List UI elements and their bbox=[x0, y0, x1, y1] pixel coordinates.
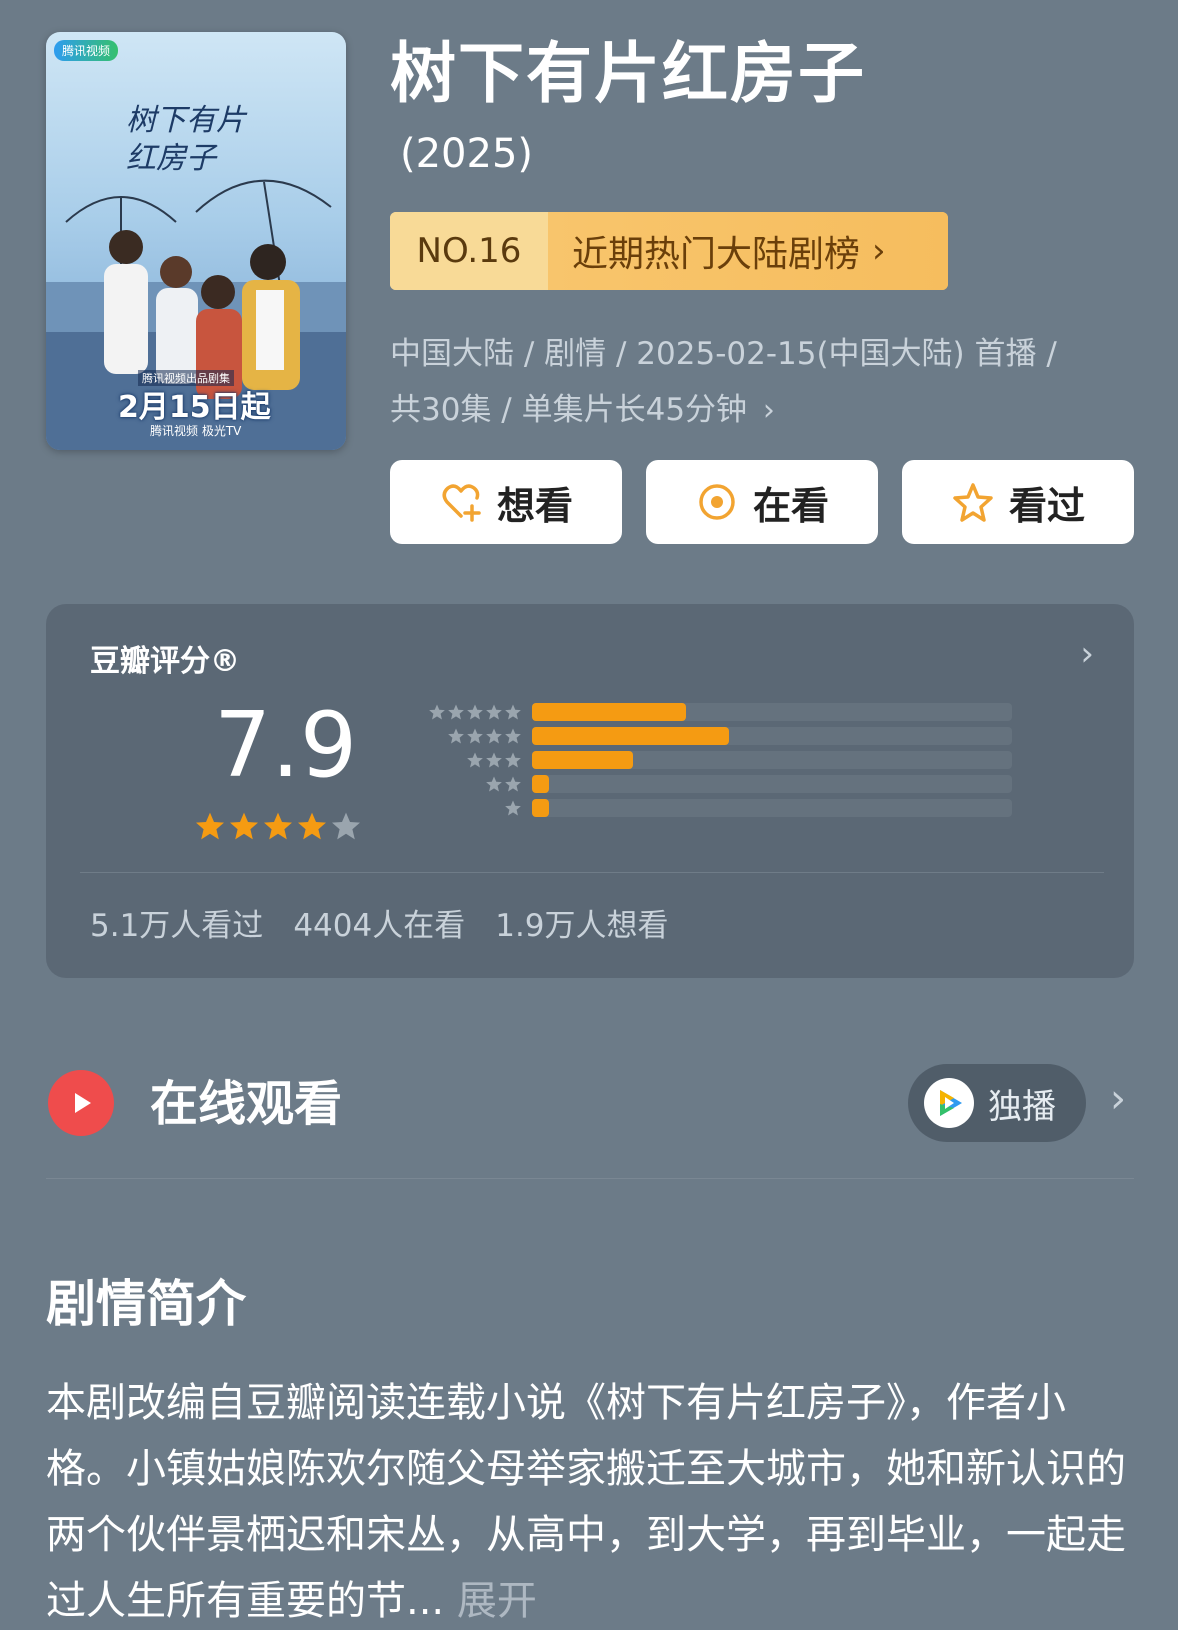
action-buttons: 想看 在看 看过 bbox=[390, 460, 1134, 544]
distribution-bar bbox=[532, 727, 729, 745]
star-small-icon bbox=[505, 776, 521, 792]
star-small-icon bbox=[505, 800, 521, 816]
rating-distribution-row bbox=[382, 772, 1012, 796]
divider bbox=[80, 872, 1104, 873]
chevron-right-icon[interactable]: › bbox=[1110, 1076, 1126, 1122]
distribution-track bbox=[532, 703, 1012, 721]
tencent-video-icon bbox=[924, 1078, 974, 1128]
star-filled-icon bbox=[230, 812, 258, 840]
distribution-bar bbox=[532, 703, 686, 721]
star-small-icon bbox=[505, 752, 521, 768]
star-filled-icon bbox=[298, 812, 326, 840]
star-small-icon bbox=[448, 728, 464, 744]
watched-count: 5.1万人看过 bbox=[90, 908, 264, 944]
star-small-icon bbox=[505, 704, 521, 720]
poster-title: 树下有片红房子 bbox=[126, 103, 246, 176]
play-icon[interactable] bbox=[48, 1070, 114, 1136]
synopsis-title: 剧情简介 bbox=[46, 1275, 246, 1333]
rating-distribution-row bbox=[382, 700, 1012, 724]
heart-plus-icon bbox=[442, 484, 481, 522]
distribution-stars bbox=[382, 775, 532, 793]
rating-card[interactable]: 豆瓣评分® › 7.9 5.1万人看过 4404人在看 1.9万人想看 bbox=[46, 604, 1134, 978]
rank-number: NO.16 bbox=[390, 212, 548, 290]
watching-count: 4404人在看 bbox=[293, 908, 466, 944]
poster-image[interactable]: 腾讯视频 树下有片红房子 腾讯视频出品剧集 2月15日起 腾讯视频 极光TV bbox=[46, 32, 346, 450]
star-small-icon bbox=[486, 776, 502, 792]
exclusive-platform-button[interactable]: 独播 bbox=[908, 1064, 1086, 1142]
distribution-track bbox=[532, 727, 1012, 745]
star-small-icon bbox=[467, 752, 483, 768]
star-small-icon bbox=[486, 728, 502, 744]
star-empty-icon bbox=[332, 812, 360, 840]
rating-distribution-row bbox=[382, 748, 1012, 772]
rating-label: 豆瓣评分® bbox=[90, 644, 240, 679]
synopsis-text: 本剧改编自豆瓣阅读连载小说《树下有片红房子》，作者小格。小镇姑娘陈欢尔随父母举家… bbox=[46, 1380, 1126, 1624]
rating-distribution-row bbox=[382, 724, 1012, 748]
star-filled-icon bbox=[196, 812, 224, 840]
rating-stars bbox=[194, 810, 362, 842]
distribution-track bbox=[532, 799, 1012, 817]
star-small-icon bbox=[429, 704, 445, 720]
rating-distribution bbox=[382, 700, 1012, 820]
chevron-right-icon: › bbox=[872, 231, 886, 271]
distribution-stars bbox=[382, 751, 532, 769]
distribution-stars bbox=[382, 799, 532, 817]
distribution-bar bbox=[532, 751, 633, 769]
synopsis-text-block: 本剧改编自豆瓣阅读连载小说《树下有片红房子》，作者小格。小镇姑娘陈欢尔随父母举家… bbox=[46, 1370, 1136, 1630]
watched-button[interactable]: 看过 bbox=[902, 460, 1134, 544]
release-year: (2025) bbox=[400, 131, 534, 177]
watching-label: 在看 bbox=[752, 483, 829, 528]
meta-line-2-wrap: 共30集 / 单集片长45分钟 › bbox=[390, 382, 1110, 439]
chevron-right-icon: › bbox=[762, 393, 775, 428]
star-small-icon bbox=[505, 728, 521, 744]
meta-info[interactable]: 中国大陆 / 剧情 / 2025-02-15(中国大陆) 首播 / 共30集 /… bbox=[390, 326, 1110, 439]
rating-stats: 5.1万人看过 4404人在看 1.9万人想看 bbox=[90, 900, 669, 945]
distribution-stars bbox=[382, 727, 532, 745]
star-filled-icon bbox=[264, 812, 292, 840]
distribution-bar bbox=[532, 775, 549, 793]
star-small-icon bbox=[467, 728, 483, 744]
page-title: 树下有片红房子 bbox=[390, 35, 866, 112]
meta-line-2: 共30集 / 单集片长45分钟 bbox=[390, 392, 748, 428]
poster-date: 2月15日起 bbox=[118, 390, 271, 425]
target-circle-icon bbox=[699, 484, 735, 520]
star-small-icon bbox=[486, 704, 502, 720]
rank-label-area: 近期热门大陆剧榜 › bbox=[548, 212, 948, 290]
star-small-icon bbox=[467, 704, 483, 720]
star-outline-icon bbox=[953, 483, 993, 522]
rank-label: 近期热门大陆剧榜 bbox=[572, 234, 861, 275]
watching-button[interactable]: 在看 bbox=[646, 460, 878, 544]
rating-score: 7.9 bbox=[214, 693, 358, 798]
want-to-watch-button[interactable]: 想看 bbox=[390, 460, 622, 544]
exclusive-label: 独播 bbox=[988, 1086, 1056, 1127]
watched-label: 看过 bbox=[1008, 483, 1085, 528]
distribution-track bbox=[532, 751, 1012, 769]
want-to-watch-label: 想看 bbox=[496, 483, 573, 528]
star-small-icon bbox=[486, 752, 502, 768]
distribution-track bbox=[532, 775, 1012, 793]
rank-badge[interactable]: NO.16 近期热门大陆剧榜 › bbox=[390, 212, 948, 290]
chevron-right-icon: › bbox=[1080, 634, 1094, 674]
distribution-bar bbox=[532, 799, 549, 817]
watch-online-title[interactable]: 在线观看 bbox=[150, 1074, 342, 1134]
want-count: 1.9万人想看 bbox=[495, 908, 669, 944]
poster-logo: 腾讯视频 bbox=[54, 40, 119, 61]
poster-brand: 腾讯视频 极光TV bbox=[150, 424, 242, 438]
distribution-stars bbox=[382, 703, 532, 721]
divider bbox=[46, 1178, 1134, 1179]
meta-line-1: 中国大陆 / 剧情 / 2025-02-15(中国大陆) 首播 / bbox=[390, 336, 1057, 372]
star-small-icon bbox=[448, 704, 464, 720]
rating-distribution-row bbox=[382, 796, 1012, 820]
expand-link[interactable]: 展开 bbox=[457, 1578, 537, 1624]
